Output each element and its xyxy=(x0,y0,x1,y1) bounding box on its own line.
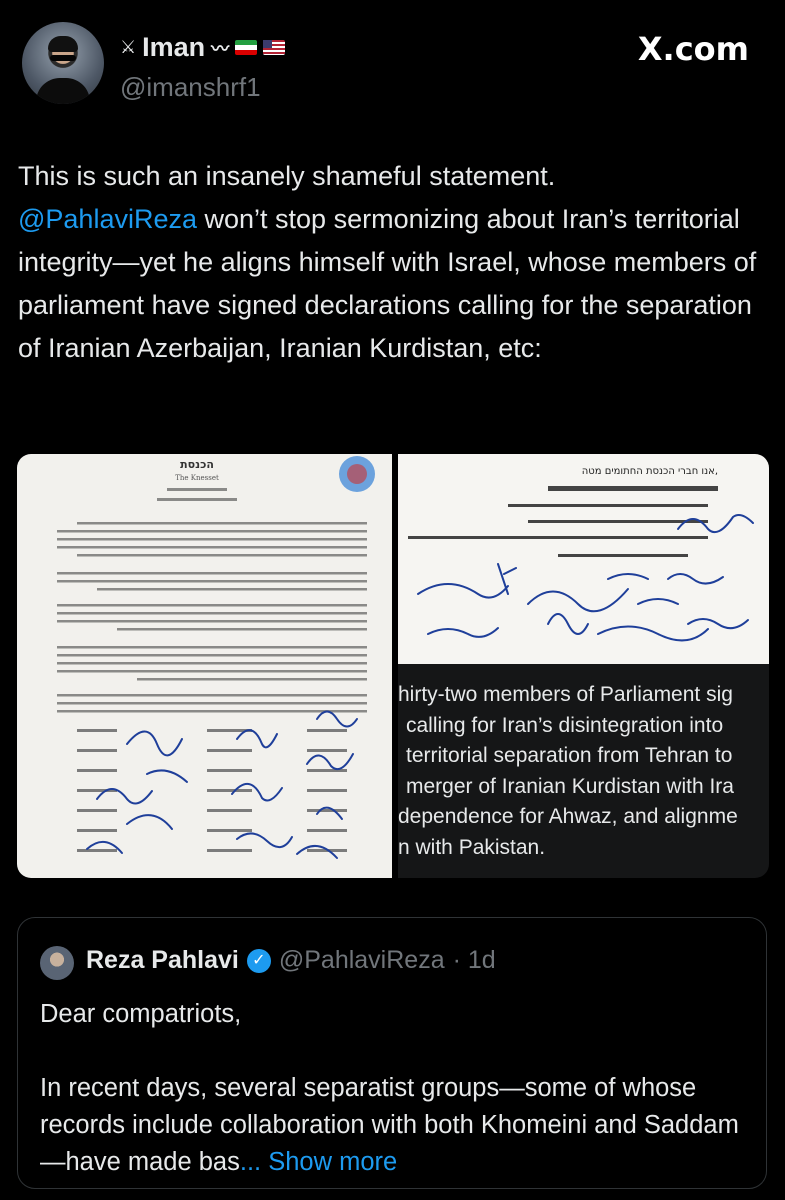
author-avatar[interactable] xyxy=(22,22,104,104)
avatar-hair xyxy=(48,36,78,52)
quoted-author-handle[interactable]: @PahlaviReza xyxy=(279,946,445,975)
avatar-body xyxy=(36,78,90,104)
caption-line: n with Pakistan. xyxy=(398,835,546,859)
author-handle[interactable]: @imanshrf1 xyxy=(120,72,261,103)
letter-drawing: הכנסת The Knesset xyxy=(57,456,375,859)
tweet-text-intro: This is such an insanely shameful statem… xyxy=(18,161,556,191)
knesset-letter-image[interactable]: הכנסת The Knesset xyxy=(17,454,392,878)
caption-crop-image[interactable]: hirty-two members of Parliament sig call… xyxy=(398,664,769,878)
quoted-author-name[interactable]: Reza Pahlavi xyxy=(86,946,239,975)
caption-line: hirty-two members of Parliament sig xyxy=(398,683,733,706)
mention-link[interactable]: @PahlaviReza xyxy=(18,204,197,234)
winged-emblem-icon: 〰 xyxy=(211,38,230,59)
quoted-author-avatar[interactable] xyxy=(40,946,74,980)
signed-declaration-image[interactable]: אנו חברי הכנסת החתומים מטה, xyxy=(398,454,769,664)
media-grid[interactable]: הכנסת The Knesset אנו חברי הכנסת החתומים… xyxy=(17,454,769,878)
caption-line: merger of Iranian Kurdistan with Ira xyxy=(406,774,734,798)
declaration-drawing: אנו חברי הכנסת החתומים מטה, xyxy=(408,466,754,642)
caption-line: territorial separation from Tehran to xyxy=(406,744,733,767)
lion-sword-emblem-icon: ⚔ xyxy=(120,37,137,57)
letter-header-title: הכנסת xyxy=(180,458,214,471)
quoted-tweet[interactable]: Reza Pahlavi ✓ @PahlaviReza · 1d Dear co… xyxy=(17,917,767,1189)
site-brand: X.com xyxy=(637,30,749,68)
caption-lines: hirty-two members of Parliament sig call… xyxy=(398,680,769,863)
letter-header-subtitle: The Knesset xyxy=(175,474,219,482)
iran-flag-icon xyxy=(235,40,258,55)
verified-badge-icon: ✓ xyxy=(246,948,271,973)
avatar-glasses xyxy=(50,55,76,61)
caption-line: dependence for Ahwaz, and alignme xyxy=(398,805,738,828)
show-more-link[interactable]: Show more xyxy=(268,1148,397,1176)
tweet-text: This is such an insanely shameful statem… xyxy=(18,155,768,370)
quoted-tweet-header: Reza Pahlavi ✓ @PahlaviReza · 1d xyxy=(86,946,496,975)
quoted-tweet-time[interactable]: · 1d xyxy=(453,946,496,975)
quoted-greeting: Dear compatriots, xyxy=(40,1000,242,1028)
author-name-row[interactable]: ⚔ Iman 〰 xyxy=(120,32,286,63)
author-name[interactable]: Iman xyxy=(142,32,205,63)
usa-flag-icon xyxy=(263,40,286,55)
declaration-first-line: אנו חברי הכנסת החתומים מטה, xyxy=(582,466,718,477)
quoted-tweet-body: Dear compatriots, In recent days, severa… xyxy=(40,996,750,1181)
quoted-paragraph: In recent days, several separatist group… xyxy=(40,1070,750,1181)
caption-line: calling for Iran’s disintegration into xyxy=(406,713,724,737)
quoted-ellipsis: ... xyxy=(239,1148,262,1176)
